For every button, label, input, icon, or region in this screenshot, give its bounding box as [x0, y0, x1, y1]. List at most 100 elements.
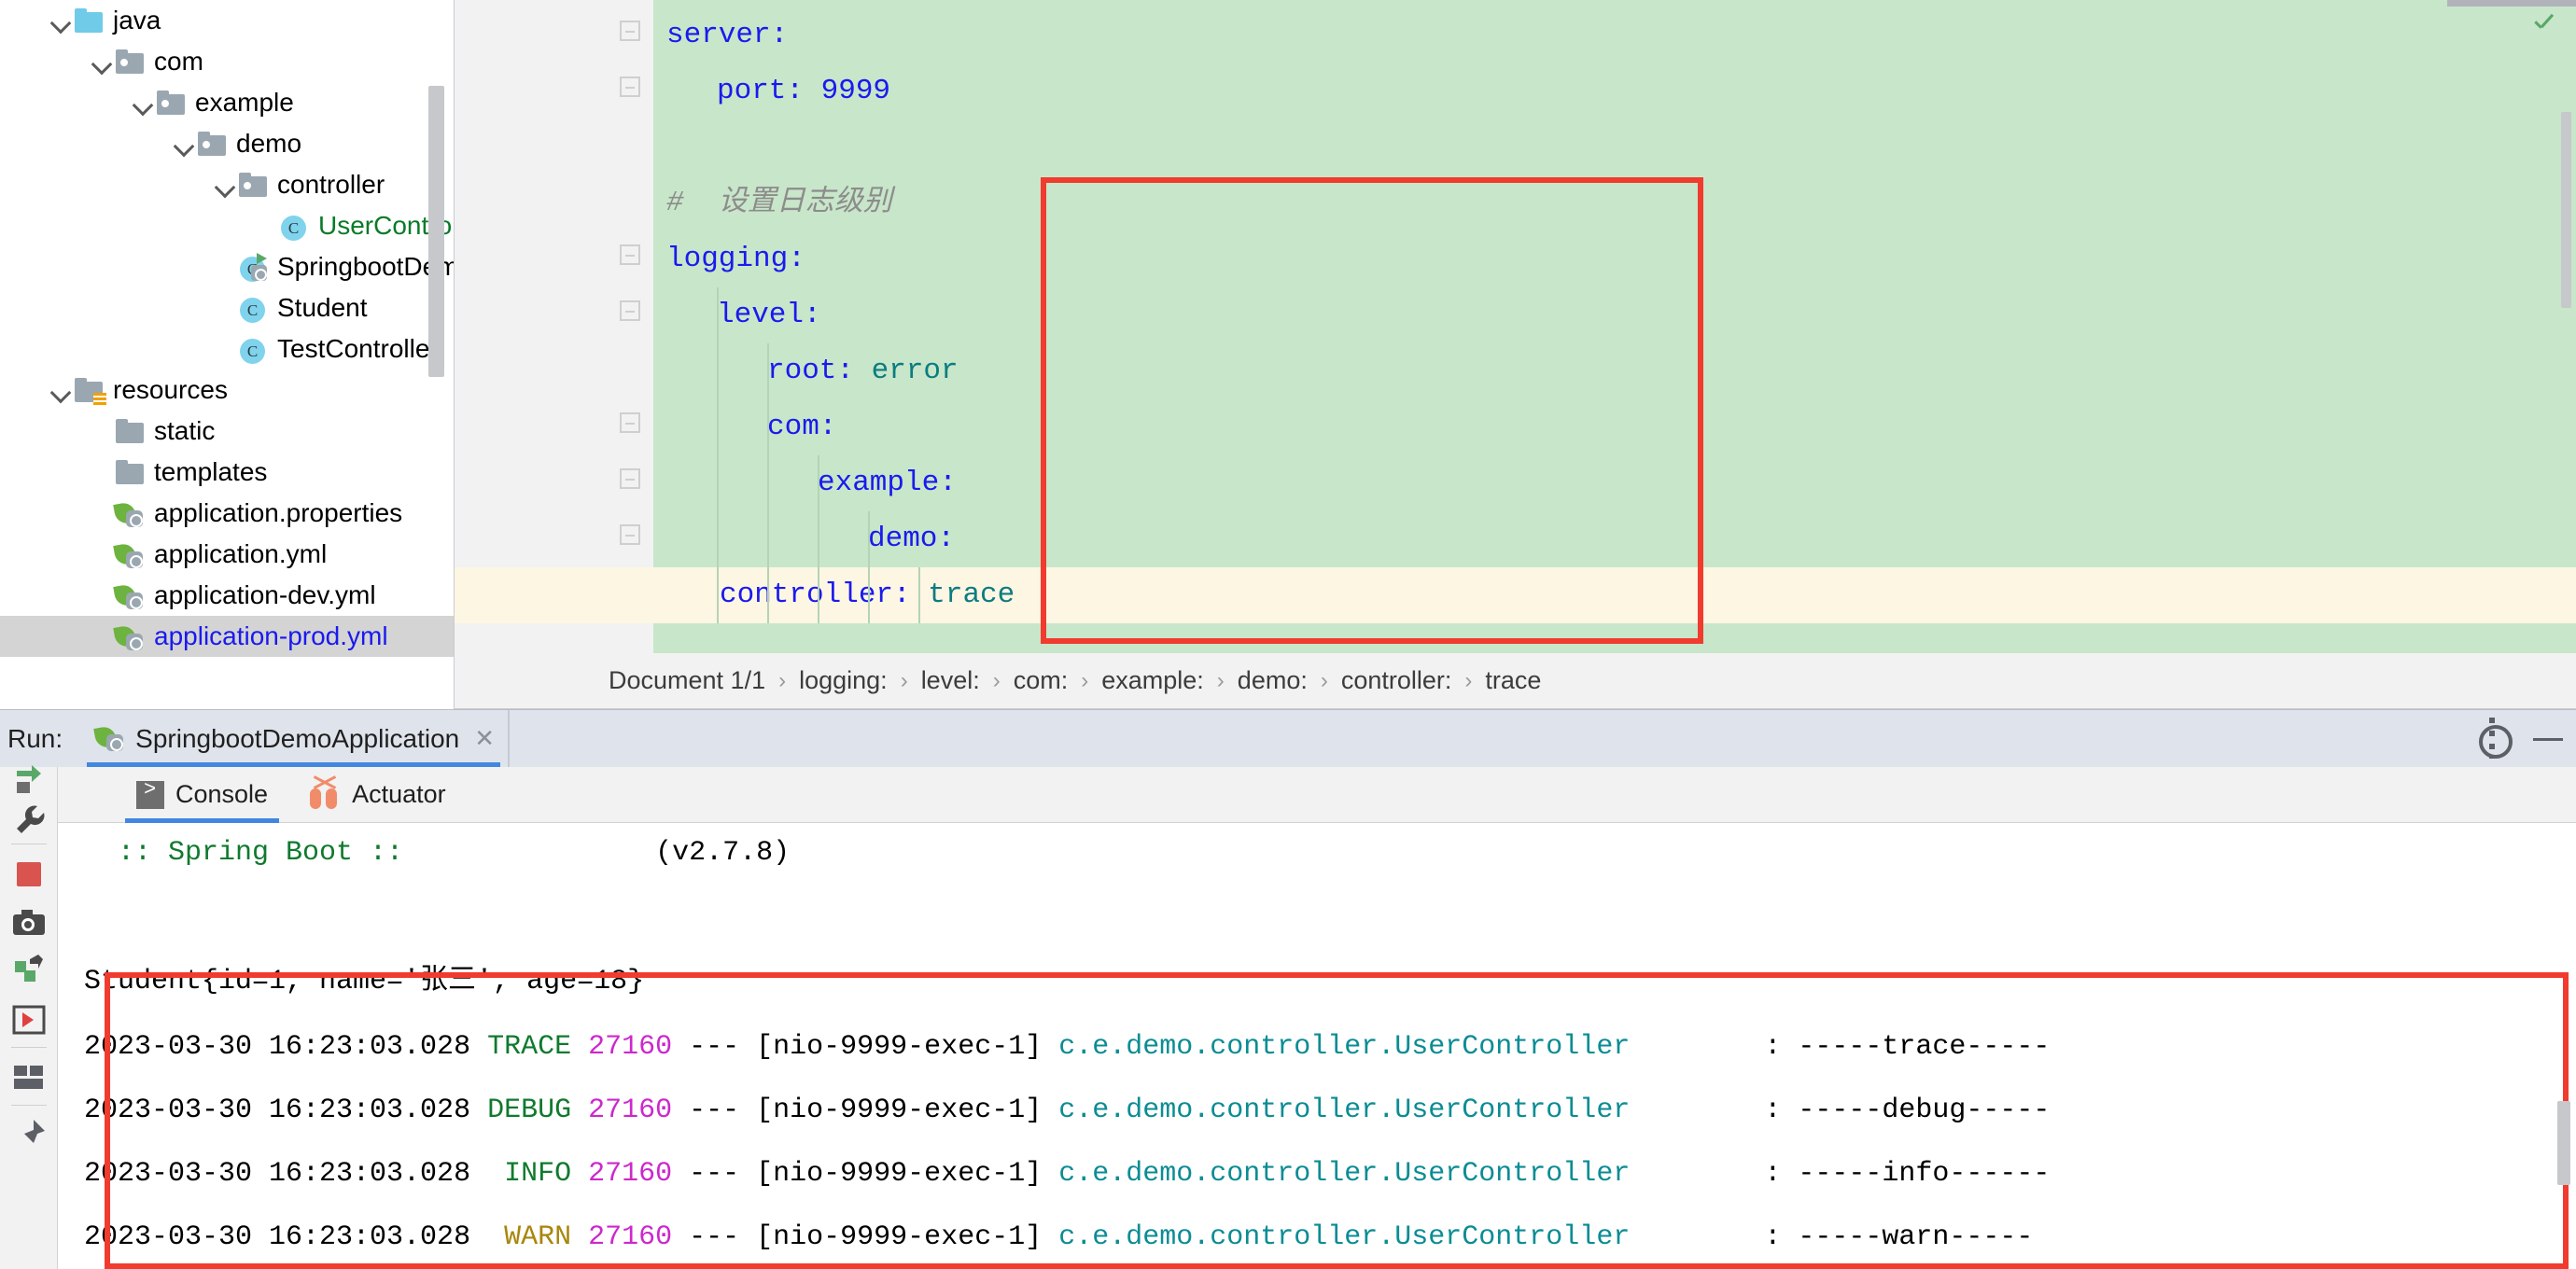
tab-actuator-label: Actuator [352, 780, 446, 808]
chevron-down-icon[interactable] [49, 8, 73, 33]
tab-console-label: Console [175, 780, 269, 808]
thread-dump-icon[interactable] [9, 952, 49, 991]
tree-item-static[interactable]: static [0, 411, 454, 452]
console-scrollbar[interactable] [2557, 1101, 2570, 1185]
chevron-down-icon[interactable] [49, 378, 73, 402]
tree-item-label: application.yml [154, 539, 328, 568]
fold-marker[interactable] [620, 524, 640, 545]
close-icon[interactable]: ✕ [474, 724, 495, 753]
tree-item-resources[interactable]: resources [0, 370, 454, 411]
breadcrumb-item[interactable]: logging: [799, 666, 888, 695]
breadcrumb-item[interactable]: example: [1101, 666, 1204, 695]
chevron-down-icon[interactable] [131, 91, 155, 115]
minimize-icon[interactable] [2520, 710, 2576, 768]
tree-item-templates[interactable]: templates [0, 452, 454, 493]
wrench-icon[interactable] [9, 801, 49, 840]
yaml-value: error [854, 355, 959, 387]
run-left-toolbar[interactable] [0, 765, 58, 1269]
code-line-2[interactable]: port: 9999 [653, 63, 890, 119]
fold-marker[interactable] [620, 412, 640, 433]
breadcrumb-item[interactable]: demo: [1238, 666, 1308, 695]
tab-actuator[interactable]: Actuator [288, 767, 467, 823]
log-thread: [nio-9999-exec-1] [756, 1095, 1059, 1126]
code-line-5[interactable]: logging: [653, 231, 805, 287]
tree-item-application-prod-yml[interactable]: application-prod.yml [0, 616, 454, 657]
code-line-7[interactable]: root: error [653, 343, 959, 399]
editor-horizontal-scrollbar[interactable] [2447, 0, 2576, 7]
tree-item-testcontroller[interactable]: C TestController [0, 328, 454, 370]
editor-vertical-scrollbar[interactable] [2561, 112, 2571, 308]
yaml-key: demo: [868, 523, 956, 555]
tree-item-label: example [195, 88, 294, 117]
breadcrumb-item[interactable]: com: [1014, 666, 1069, 695]
chevron-down-icon[interactable] [213, 173, 237, 197]
fold-marker[interactable] [620, 21, 640, 41]
chevron-down-icon[interactable] [90, 49, 114, 74]
chevron-down-icon[interactable] [172, 132, 196, 156]
tree-item-com[interactable]: com [0, 41, 454, 82]
run-window-header: Run: SpringbootDemoApplication ✕ [0, 709, 2576, 768]
code-line-1[interactable]: server: [653, 7, 788, 63]
breadcrumb[interactable]: Document 1/1 › logging: › level: › com: › exampl… [455, 653, 2576, 709]
camera-icon[interactable] [9, 903, 49, 942]
run-tab-label: SpringbootDemoApplication [135, 723, 460, 753]
console-output[interactable]: :: Spring Boot :: (v2.7.8) Student{id=1, … [58, 823, 2576, 1269]
code-line-6[interactable]: level: [653, 287, 821, 343]
tree-item-demo[interactable]: demo [0, 123, 454, 164]
code-editor[interactable]: 1234567891011 server:port: 9999# 设置日志级别l… [455, 0, 2576, 709]
fold-marker[interactable] [620, 468, 640, 489]
code-line-4[interactable]: # 设置日志级别 [653, 175, 892, 231]
code-line-10[interactable]: demo: [653, 511, 955, 567]
log-dashes: --- [672, 1221, 757, 1253]
tree-item-application-yml[interactable]: application.yml [0, 534, 454, 575]
code-folding-column[interactable] [609, 0, 653, 653]
rerun-icon[interactable] [9, 758, 49, 797]
tree-item-student[interactable]: C Student [0, 287, 454, 328]
breadcrumb-item[interactable]: controller: [1341, 666, 1452, 695]
breadcrumb-separator: › [1081, 667, 1089, 693]
stop-icon[interactable] [9, 855, 49, 894]
yaml-key: controller: [720, 579, 911, 611]
code-comment: # 设置日志级别 [666, 187, 892, 219]
breadcrumb-separator: › [992, 667, 1001, 693]
tree-item-controller[interactable]: controller [0, 164, 454, 205]
layout-icon[interactable] [9, 1058, 49, 1097]
tree-item-application-properties[interactable]: application.properties [0, 493, 454, 534]
inspection-ok-icon[interactable] [2531, 15, 2555, 39]
tree-item-usercontroller[interactable]: CUserController [0, 205, 454, 246]
console-icon [136, 778, 164, 809]
fold-marker[interactable] [620, 244, 640, 265]
project-tree-scrollbar[interactable] [428, 86, 444, 377]
tree-item-java[interactable]: java [0, 0, 454, 41]
tab-console[interactable]: Console [116, 767, 288, 823]
pin-icon[interactable] [9, 1116, 49, 1155]
folder-icon [114, 458, 146, 486]
code-line-11[interactable]: controller: trace [455, 567, 2576, 623]
console-tab-bar[interactable]: Console Actuator [58, 767, 2576, 823]
code-line-9[interactable]: example: [653, 455, 957, 511]
breadcrumb-separator: › [1464, 667, 1473, 693]
tree-item-example[interactable]: example [0, 82, 454, 123]
resources-folder-icon [73, 376, 106, 406]
log-dashes: --- [672, 1158, 757, 1190]
breadcrumb-item[interactable]: level: [921, 666, 980, 695]
fold-marker[interactable] [620, 300, 640, 321]
indent-guide [868, 511, 870, 623]
yaml-value: 9999 [804, 75, 891, 107]
tree-item-springbootdemoapplication[interactable]: CSpringbootDemoApplication [0, 246, 454, 287]
tree-item-application-dev-yml[interactable]: application-dev.yml [0, 575, 454, 616]
java-class-icon: C [237, 294, 269, 323]
code-text-area[interactable]: server: port: 9999 # 设置日志级别 logging: level: r… [455, 0, 2576, 653]
code-line-8[interactable]: com: [653, 399, 836, 455]
breadcrumb-item[interactable]: trace [1485, 666, 1541, 695]
project-tree-panel[interactable]: java com example demo controller CUserControl… [0, 0, 455, 709]
yaml-key: level: [717, 299, 821, 331]
breadcrumb-item[interactable]: Document 1/1 [609, 666, 765, 695]
run-configuration-tab[interactable]: SpringbootDemoApplication ✕ [79, 709, 510, 768]
indent-guide [767, 343, 769, 623]
gear-icon[interactable] [2464, 710, 2520, 768]
fold-marker[interactable] [620, 77, 640, 97]
resume-program-icon[interactable] [9, 1000, 49, 1039]
log-line: 2023-03-30 16:23:03.028 WARN 27160 --- [… [84, 1209, 2033, 1265]
tree-no-arrow [90, 624, 114, 648]
